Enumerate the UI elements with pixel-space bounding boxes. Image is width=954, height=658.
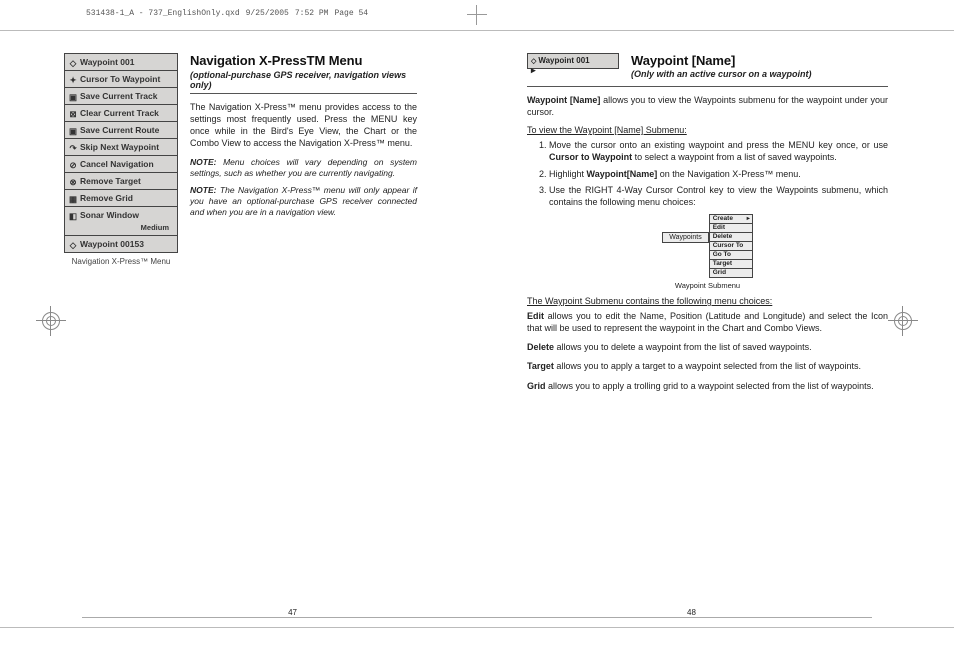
nav-text: Navigation X-PressTM Menu (optional-purc… — [190, 53, 417, 266]
menu-item: ⊠Clear Current Track — [65, 105, 177, 122]
waypoint-submenu-figure: Waypoints CreateEditDeleteCursor ToGo To… — [527, 214, 888, 278]
menu-item: ◇Waypoint 00153 — [65, 236, 177, 252]
right-arrow-icon: ▸ — [531, 65, 536, 76]
submenu-item: Delete — [710, 233, 752, 242]
waypoint-subhead: (Only with an active cursor on a waypoin… — [631, 69, 888, 82]
menu-item: ▣Save Current Route — [65, 122, 177, 139]
nav-subhead: (optional-purchase GPS receiver, navigat… — [190, 70, 417, 94]
submenu-caption: Waypoint Submenu — [527, 281, 888, 290]
step-item: Move the cursor onto an existing waypoin… — [549, 139, 888, 163]
menu-glyph-icon: ◇ — [69, 240, 77, 248]
choice-item: Grid allows you to apply a trolling grid… — [527, 380, 888, 392]
menu-glyph-icon: ⊘ — [69, 160, 77, 168]
header-filename: 531438-1_A - 737_EnglishOnly.qxd — [86, 9, 240, 18]
submenu-list: CreateEditDeleteCursor ToGo ToTargetGrid — [709, 214, 753, 278]
menu-glyph-icon: ▣ — [69, 92, 77, 100]
nav-note1: NOTE: Menu choices will vary depending o… — [190, 157, 417, 179]
menu-item: ◇Waypoint 001 — [65, 54, 177, 71]
page-left: ◇Waypoint 001✦Cursor To Waypoint▣Save Cu… — [0, 31, 477, 627]
menu-item: ⊘Cancel Navigation — [65, 156, 177, 173]
menu-item: ◧Sonar WindowMedium — [65, 207, 177, 236]
waypoint-intro: Waypoint [Name] allows you to view the W… — [527, 94, 888, 118]
submenu-choices: Edit allows you to edit the Name, Positi… — [527, 310, 888, 392]
menu-glyph-icon: ◧ — [69, 211, 77, 219]
submenu-main-label: Waypoints — [662, 232, 708, 243]
waypoint-howto: To view the Waypoint [Name] Submenu: — [527, 125, 888, 135]
page-number-left: 47 — [288, 608, 297, 617]
nav-menu-caption: Navigation X-Press™ Menu — [64, 257, 178, 266]
bottom-rule — [82, 617, 872, 618]
menu-item: ↷Skip Next Waypoint — [65, 139, 177, 156]
step-item: Use the RIGHT 4-Way Cursor Control key t… — [549, 184, 888, 208]
choice-item: Target allows you to apply a target to a… — [527, 360, 888, 372]
nav-note2: NOTE: The Navigation X-Press™ menu will … — [190, 185, 417, 218]
submenu-choices-head: The Waypoint Submenu contains the follow… — [527, 296, 888, 306]
step-item: Highlight Waypoint[Name] on the Navigati… — [549, 168, 888, 180]
header-time: 7:52 PM — [295, 9, 329, 18]
nav-title: Navigation X-PressTM Menu — [190, 53, 417, 68]
submenu-item: Target — [710, 260, 752, 269]
nav-xpress-menu: ◇Waypoint 001✦Cursor To Waypoint▣Save Cu… — [64, 53, 178, 253]
nav-body: The Navigation X-Press™ menu provides ac… — [190, 101, 417, 150]
choice-item: Edit allows you to edit the Name, Positi… — [527, 310, 888, 334]
choice-item: Delete allows you to delete a waypoint f… — [527, 341, 888, 353]
waypoint-title: Waypoint [Name] — [631, 53, 888, 68]
crop-mark-top — [467, 5, 487, 25]
menu-glyph-icon: ◇ — [69, 58, 77, 66]
page-right: ◇ Waypoint 001 ▸ Waypoint [Name] (Only w… — [477, 31, 954, 627]
page-spread: ◇Waypoint 001✦Cursor To Waypoint▣Save Cu… — [0, 30, 954, 628]
submenu-item: Edit — [710, 224, 752, 233]
submenu-item: Grid — [710, 269, 752, 277]
waypoint-chip: ◇ Waypoint 001 ▸ — [527, 53, 619, 69]
menu-item: ▣Save Current Track — [65, 88, 177, 105]
waypoint-steps: Move the cursor onto an existing waypoin… — [549, 139, 888, 208]
menu-glyph-icon: ⊠ — [69, 109, 77, 117]
header-page: Page 54 — [334, 9, 368, 18]
menu-glyph-icon: ⊗ — [69, 177, 77, 185]
header-date: 9/25/2005 — [246, 9, 289, 18]
menu-item: ⊗Remove Target — [65, 173, 177, 190]
page-number-right: 48 — [687, 608, 696, 617]
menu-glyph-icon: ↷ — [69, 143, 77, 151]
nav-menu-column: ◇Waypoint 001✦Cursor To Waypoint▣Save Cu… — [64, 53, 178, 266]
submenu-item: Create — [710, 215, 752, 224]
qxd-header: 531438-1_A - 737_EnglishOnly.qxd 9/25/20… — [86, 9, 368, 18]
menu-item: ▦Remove Grid — [65, 190, 177, 207]
menu-glyph-icon: ▦ — [69, 194, 77, 202]
menu-item: ✦Cursor To Waypoint — [65, 71, 177, 88]
menu-glyph-icon: ✦ — [69, 75, 77, 83]
menu-glyph-icon: ▣ — [69, 126, 77, 134]
submenu-item: Go To — [710, 251, 752, 260]
submenu-item: Cursor To — [710, 242, 752, 251]
